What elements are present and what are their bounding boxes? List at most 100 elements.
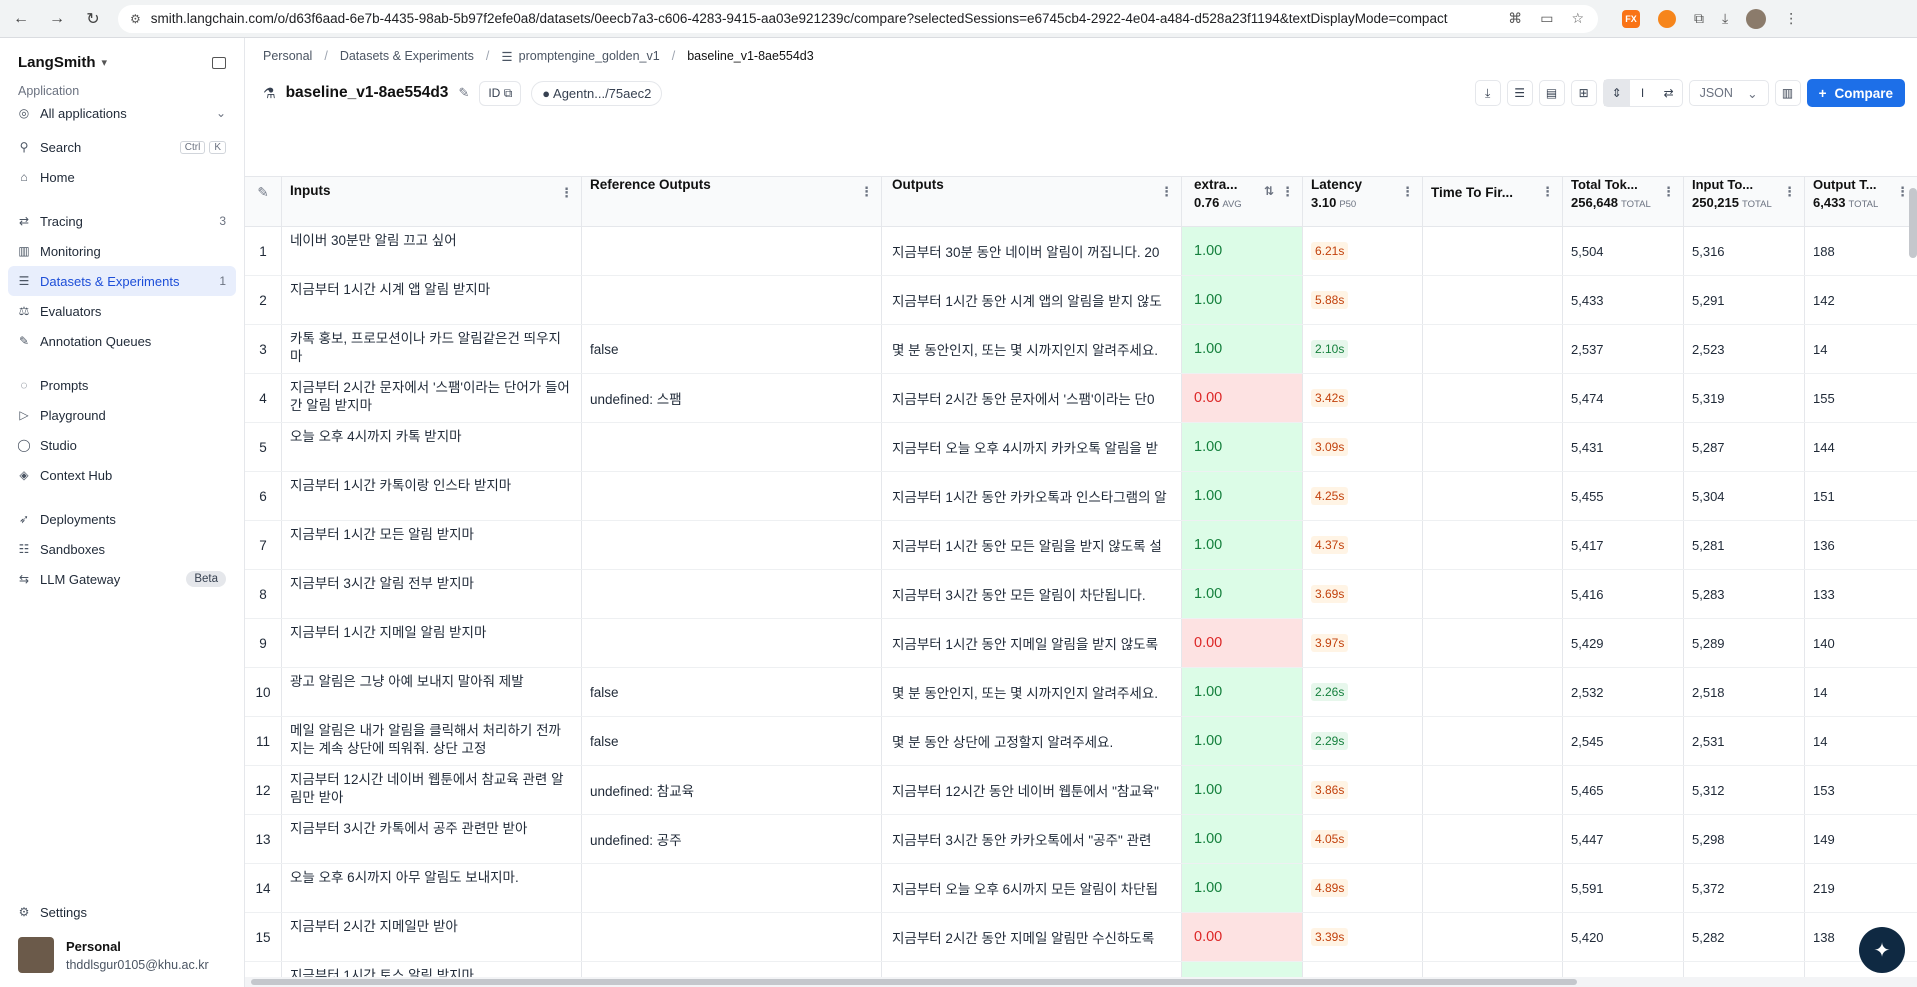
extensions-puzzle-icon[interactable]: ⧉ bbox=[1694, 10, 1704, 27]
address-bar[interactable]: ⚙ smith.langchain.com/o/d63f6aad-6e7b-44… bbox=[118, 4, 1598, 33]
sidebar-item-playground[interactable]: ▷ Playground bbox=[8, 400, 236, 430]
table-row[interactable]: 5 오늘 오후 4시까지 카톡 받지마 지금부터 오늘 오후 4시까지 카카오톡 알… bbox=[245, 423, 1917, 472]
translate-icon[interactable]: ⌘ bbox=[1508, 10, 1522, 27]
column-output-tokens[interactable]: Output T... ⋮ 6,433 TOTAL bbox=[1805, 177, 1917, 226]
reference-cell[interactable] bbox=[582, 472, 882, 520]
extension-badge-icon[interactable]: FX bbox=[1622, 9, 1640, 28]
column-reference-outputs[interactable]: Reference Outputs ⋮ bbox=[582, 177, 882, 226]
table-row[interactable]: 4 지금부터 2시간 문자에서 '스팸'이라는 단어가 들어간 알림 받지마 und… bbox=[245, 374, 1917, 423]
breadcrumb-dataset[interactable]: promptengine_golden_v1 bbox=[519, 49, 660, 63]
table-row[interactable]: 1 네이버 30분만 알림 끄고 싶어 지금부터 30분 동안 네이버 알림이 꺼집… bbox=[245, 227, 1917, 276]
input-cell[interactable]: 지금부터 12시간 네이버 웹툰에서 참교육 관련 알림만 받아 bbox=[282, 766, 582, 814]
score-cell[interactable]: 1.00 bbox=[1182, 668, 1303, 716]
column-outputs[interactable]: Outputs ⋮ bbox=[882, 177, 1182, 226]
column-menu-icon[interactable]: ⋮ bbox=[860, 184, 873, 200]
output-cell[interactable]: 지금부터 오늘 오후 4시까지 카카오톡 알림을 받 bbox=[882, 423, 1182, 471]
score-cell[interactable]: 1.00 bbox=[1182, 717, 1303, 765]
site-settings-icon[interactable]: ⚙ bbox=[130, 12, 141, 26]
reference-cell[interactable] bbox=[582, 423, 882, 471]
sidebar-item-tracing[interactable]: ⇄ Tracing 3 bbox=[8, 206, 236, 236]
sidebar-item-sandboxes[interactable]: ☷ Sandboxes bbox=[8, 534, 236, 564]
reference-cell[interactable] bbox=[582, 276, 882, 324]
sidebar-item-datasets[interactable]: ☰ Datasets & Experiments 1 bbox=[8, 266, 236, 296]
column-menu-icon[interactable]: ⋮ bbox=[560, 184, 573, 202]
table-row[interactable]: 9 지금부터 1시간 지메일 알림 받지마 지금부터 1시간 동안 지메일 알림을 … bbox=[245, 619, 1917, 668]
table-row[interactable]: 2 지금부터 1시간 시계 앱 알림 받지마 지금부터 1시간 동안 시계 앱의 알… bbox=[245, 276, 1917, 325]
input-cell[interactable]: 지금부터 1시간 모든 알림 받지마 bbox=[282, 521, 582, 569]
score-cell[interactable]: 1.00 bbox=[1182, 570, 1303, 618]
horizontal-scrollbar[interactable] bbox=[245, 977, 1917, 987]
column-menu-icon[interactable]: ⋮ bbox=[1160, 184, 1173, 200]
output-cell[interactable]: 지금부터 3시간 동안 카카오톡에서 "공주" 관련 bbox=[882, 815, 1182, 863]
score-cell[interactable]: 1.00 bbox=[1182, 227, 1303, 275]
reference-cell[interactable] bbox=[582, 227, 882, 275]
column-menu-icon[interactable]: ⋮ bbox=[1281, 184, 1294, 200]
input-cell[interactable]: 오늘 오후 4시까지 카톡 받지마 bbox=[282, 423, 582, 471]
sidebar-item-llm-gateway[interactable]: ⇆ LLM Gateway Beta bbox=[8, 564, 236, 594]
input-cell[interactable]: 지금부터 1시간 카톡이랑 인스타 받지마 bbox=[282, 472, 582, 520]
score-cell[interactable]: 1.00 bbox=[1182, 815, 1303, 863]
sidebar-item-deployments[interactable]: ➶ Deployments bbox=[8, 504, 236, 534]
id-chip[interactable]: ID ⧉ bbox=[479, 80, 522, 106]
format-select[interactable]: JSON ⌄ bbox=[1688, 80, 1769, 106]
input-cell[interactable]: 오늘 오후 6시까지 아무 알림도 보내지마. bbox=[282, 864, 582, 912]
compact-icon[interactable]: ⇕ bbox=[1603, 80, 1630, 106]
sidebar-item-prompts[interactable]: ◌ Prompts bbox=[8, 370, 236, 400]
layout-icon[interactable]: ⊞ bbox=[1570, 80, 1597, 106]
table-row[interactable]: 14 오늘 오후 6시까지 아무 알림도 보내지마. 지금부터 오늘 오후 6시까지… bbox=[245, 864, 1917, 913]
sort-icon[interactable]: ⇅ bbox=[1264, 184, 1274, 198]
edit-icon[interactable]: ✎ bbox=[458, 85, 469, 101]
input-cell[interactable]: 메일 알림은 내가 알림을 클릭해서 처리하기 전까지는 계속 상단에 띄워줘.… bbox=[282, 717, 582, 765]
score-cell[interactable]: 1.00 bbox=[1182, 276, 1303, 324]
input-cell[interactable]: 지금부터 2시간 지메일만 받아 bbox=[282, 913, 582, 961]
column-total-tokens[interactable]: Total Tok... ⋮ 256,648 TOTAL bbox=[1563, 177, 1684, 226]
vertical-scrollbar[interactable] bbox=[1909, 188, 1917, 258]
table-row[interactable]: 10 광고 알림은 그냥 아예 보내지 말아줘 제발 false 몇 분 동안인지, … bbox=[245, 668, 1917, 717]
column-menu-icon[interactable]: ⋮ bbox=[1896, 184, 1909, 200]
brand-name[interactable]: LangSmith bbox=[18, 54, 96, 71]
sidebar-item-evaluators[interactable]: ⚖ Evaluators bbox=[8, 296, 236, 326]
output-cell[interactable]: 지금부터 1시간 동안 모든 알림을 받지 않도록 설 bbox=[882, 521, 1182, 569]
reference-cell[interactable] bbox=[582, 864, 882, 912]
browser-menu-icon[interactable]: ⋮ bbox=[1784, 10, 1798, 27]
chat-assistant-icon[interactable]: ✦ bbox=[1859, 927, 1905, 973]
sidebar-toggle-icon[interactable] bbox=[212, 56, 226, 69]
output-cell[interactable]: 지금부터 3시간 동안 모든 알림이 차단됩니다. bbox=[882, 570, 1182, 618]
score-cell[interactable]: 1.00 bbox=[1182, 423, 1303, 471]
output-cell[interactable]: 지금부터 30분 동안 네이버 알림이 꺼집니다. 20 bbox=[882, 227, 1182, 275]
sidebar-item-context-hub[interactable]: ◈ Context Hub bbox=[8, 460, 236, 490]
score-cell[interactable]: 1.00 bbox=[1182, 472, 1303, 520]
profile-avatar-icon[interactable] bbox=[1746, 8, 1767, 29]
download-icon[interactable]: ⤓ bbox=[1474, 80, 1501, 106]
reference-cell[interactable]: undefined: 참교육 bbox=[582, 766, 882, 814]
score-cell[interactable]: 1.00 bbox=[1182, 325, 1303, 373]
column-input-tokens[interactable]: Input To... ⋮ 250,215 TOTAL bbox=[1684, 177, 1805, 226]
column-menu-icon[interactable]: ⋮ bbox=[1662, 184, 1675, 200]
reload-icon[interactable]: ↻ bbox=[78, 4, 108, 34]
table-row[interactable]: 8 지금부터 3시간 알림 전부 받지마 지금부터 3시간 동안 모든 알림이 차단… bbox=[245, 570, 1917, 619]
swap-icon[interactable]: ⇄ bbox=[1656, 80, 1682, 106]
input-cell[interactable]: 지금부터 1시간 지메일 알림 받지마 bbox=[282, 619, 582, 667]
reference-cell[interactable]: false bbox=[582, 668, 882, 716]
input-cell[interactable]: 지금부터 3시간 카톡에서 공주 관련만 받아 bbox=[282, 815, 582, 863]
output-cell[interactable]: 지금부터 2시간 동안 지메일 알림만 수신하도록 bbox=[882, 913, 1182, 961]
column-menu-icon[interactable]: ⋮ bbox=[1541, 184, 1554, 200]
table-row[interactable]: 6 지금부터 1시간 카톡이랑 인스타 받지마 지금부터 1시간 동안 카카오톡과 … bbox=[245, 472, 1917, 521]
input-cell[interactable]: 지금부터 2시간 문자에서 '스팸'이라는 단어가 들어간 알림 받지마 bbox=[282, 374, 582, 422]
table-row[interactable]: 7 지금부터 1시간 모든 알림 받지마 지금부터 1시간 동안 모든 알림을 받지… bbox=[245, 521, 1917, 570]
input-cell[interactable]: 카톡 홍보, 프로모션이나 카드 알림같은건 띄우지 마 bbox=[282, 325, 582, 373]
input-cell[interactable]: 지금부터 3시간 알림 전부 받지마 bbox=[282, 570, 582, 618]
column-extra[interactable]: extra... ⇅ ⋮ 0.76 AVG bbox=[1182, 177, 1303, 226]
score-cell[interactable]: 1.00 bbox=[1182, 766, 1303, 814]
user-profile[interactable]: Personal thddlsgur0105@khu.ac.kr bbox=[0, 927, 244, 987]
output-cell[interactable]: 지금부터 오늘 오후 6시까지 모든 알림이 차단됩 bbox=[882, 864, 1182, 912]
score-cell[interactable]: 1.00 bbox=[1182, 521, 1303, 569]
scrollbar-thumb[interactable] bbox=[251, 979, 1577, 985]
column-latency[interactable]: Latency ⋮ 3.10 P50 bbox=[1303, 177, 1423, 226]
column-time-to-first-token[interactable]: Time To Fir... ⋮ bbox=[1423, 177, 1563, 226]
score-cell[interactable]: 0.00 bbox=[1182, 619, 1303, 667]
output-cell[interactable]: 지금부터 1시간 동안 지메일 알림을 받지 않도록 bbox=[882, 619, 1182, 667]
edit-column-icon[interactable]: ✎ bbox=[245, 177, 282, 226]
bookmark-star-icon[interactable]: ☆ bbox=[1571, 10, 1584, 27]
app-selector[interactable]: ◎ All applications ⌄ bbox=[8, 98, 236, 128]
